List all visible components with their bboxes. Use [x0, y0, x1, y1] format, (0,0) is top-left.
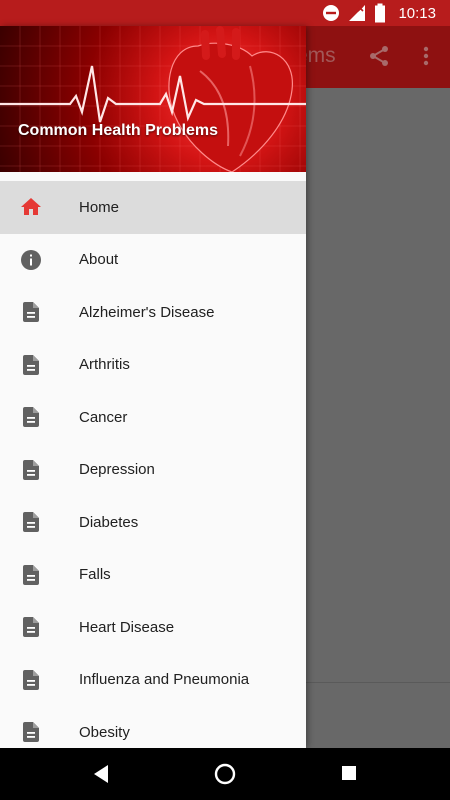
drawer-header-title: Common Health Problems [18, 122, 219, 139]
status-bar: 10:13 [0, 0, 450, 26]
navigation-drawer: Common Health Problems Home About Alzhei… [0, 26, 306, 748]
drawer-item-influenza[interactable]: Influenza and Pneumonia [0, 654, 306, 707]
drawer-item-label: Influenza and Pneumonia [79, 671, 250, 689]
share-icon[interactable] [367, 44, 391, 73]
document-icon [19, 458, 43, 482]
drawer-header: Common Health Problems [0, 26, 306, 172]
document-icon [19, 563, 43, 587]
document-icon [19, 300, 43, 324]
drawer-item-label: Arthritis [79, 356, 130, 374]
home-circle-icon[interactable] [214, 763, 236, 790]
drawer-item-depression[interactable]: Depression [0, 444, 306, 497]
document-icon [19, 615, 43, 639]
document-icon [19, 353, 43, 377]
drawer-item-heart-disease[interactable]: Heart Disease [0, 601, 306, 654]
drawer-item-home[interactable]: Home [0, 181, 306, 234]
drawer-item-label: About [79, 251, 119, 269]
home-icon [19, 195, 43, 219]
status-time: 10:13 [398, 4, 436, 22]
drawer-item-label: Falls [79, 566, 111, 584]
document-icon [19, 405, 43, 429]
drawer-item-about[interactable]: About [0, 234, 306, 287]
drawer-item-obesity[interactable]: Obesity [0, 706, 306, 748]
heart-banner-image [0, 26, 306, 172]
battery-icon [374, 3, 386, 23]
more-vert-icon[interactable] [416, 44, 436, 73]
document-icon [19, 720, 43, 744]
drawer-item-label: Home [79, 198, 120, 216]
info-icon [19, 248, 43, 272]
divider [306, 682, 450, 683]
drawer-item-label: Cancer [79, 408, 128, 426]
back-icon[interactable] [92, 764, 110, 789]
drawer-item-label: Alzheimer's Disease [79, 303, 215, 321]
do-not-disturb-icon [322, 4, 340, 22]
recents-icon[interactable] [341, 765, 357, 786]
drawer-menu: Home About Alzheimer's Disease Arthritis… [0, 181, 306, 748]
drawer-item-diabetes[interactable]: Diabetes [0, 496, 306, 549]
system-nav-bar [0, 748, 450, 800]
document-icon [19, 510, 43, 534]
drawer-item-label: Diabetes [79, 513, 139, 531]
document-icon [19, 668, 43, 692]
drawer-item-label: Obesity [79, 723, 130, 741]
drawer-item-alzheimers[interactable]: Alzheimer's Disease [0, 286, 306, 339]
drawer-item-falls[interactable]: Falls [0, 549, 306, 602]
signal-no-data-icon [348, 4, 366, 22]
drawer-item-cancer[interactable]: Cancer [0, 391, 306, 444]
drawer-item-arthritis[interactable]: Arthritis [0, 339, 306, 392]
drawer-item-label: Depression [79, 461, 155, 479]
drawer-item-label: Heart Disease [79, 618, 175, 636]
